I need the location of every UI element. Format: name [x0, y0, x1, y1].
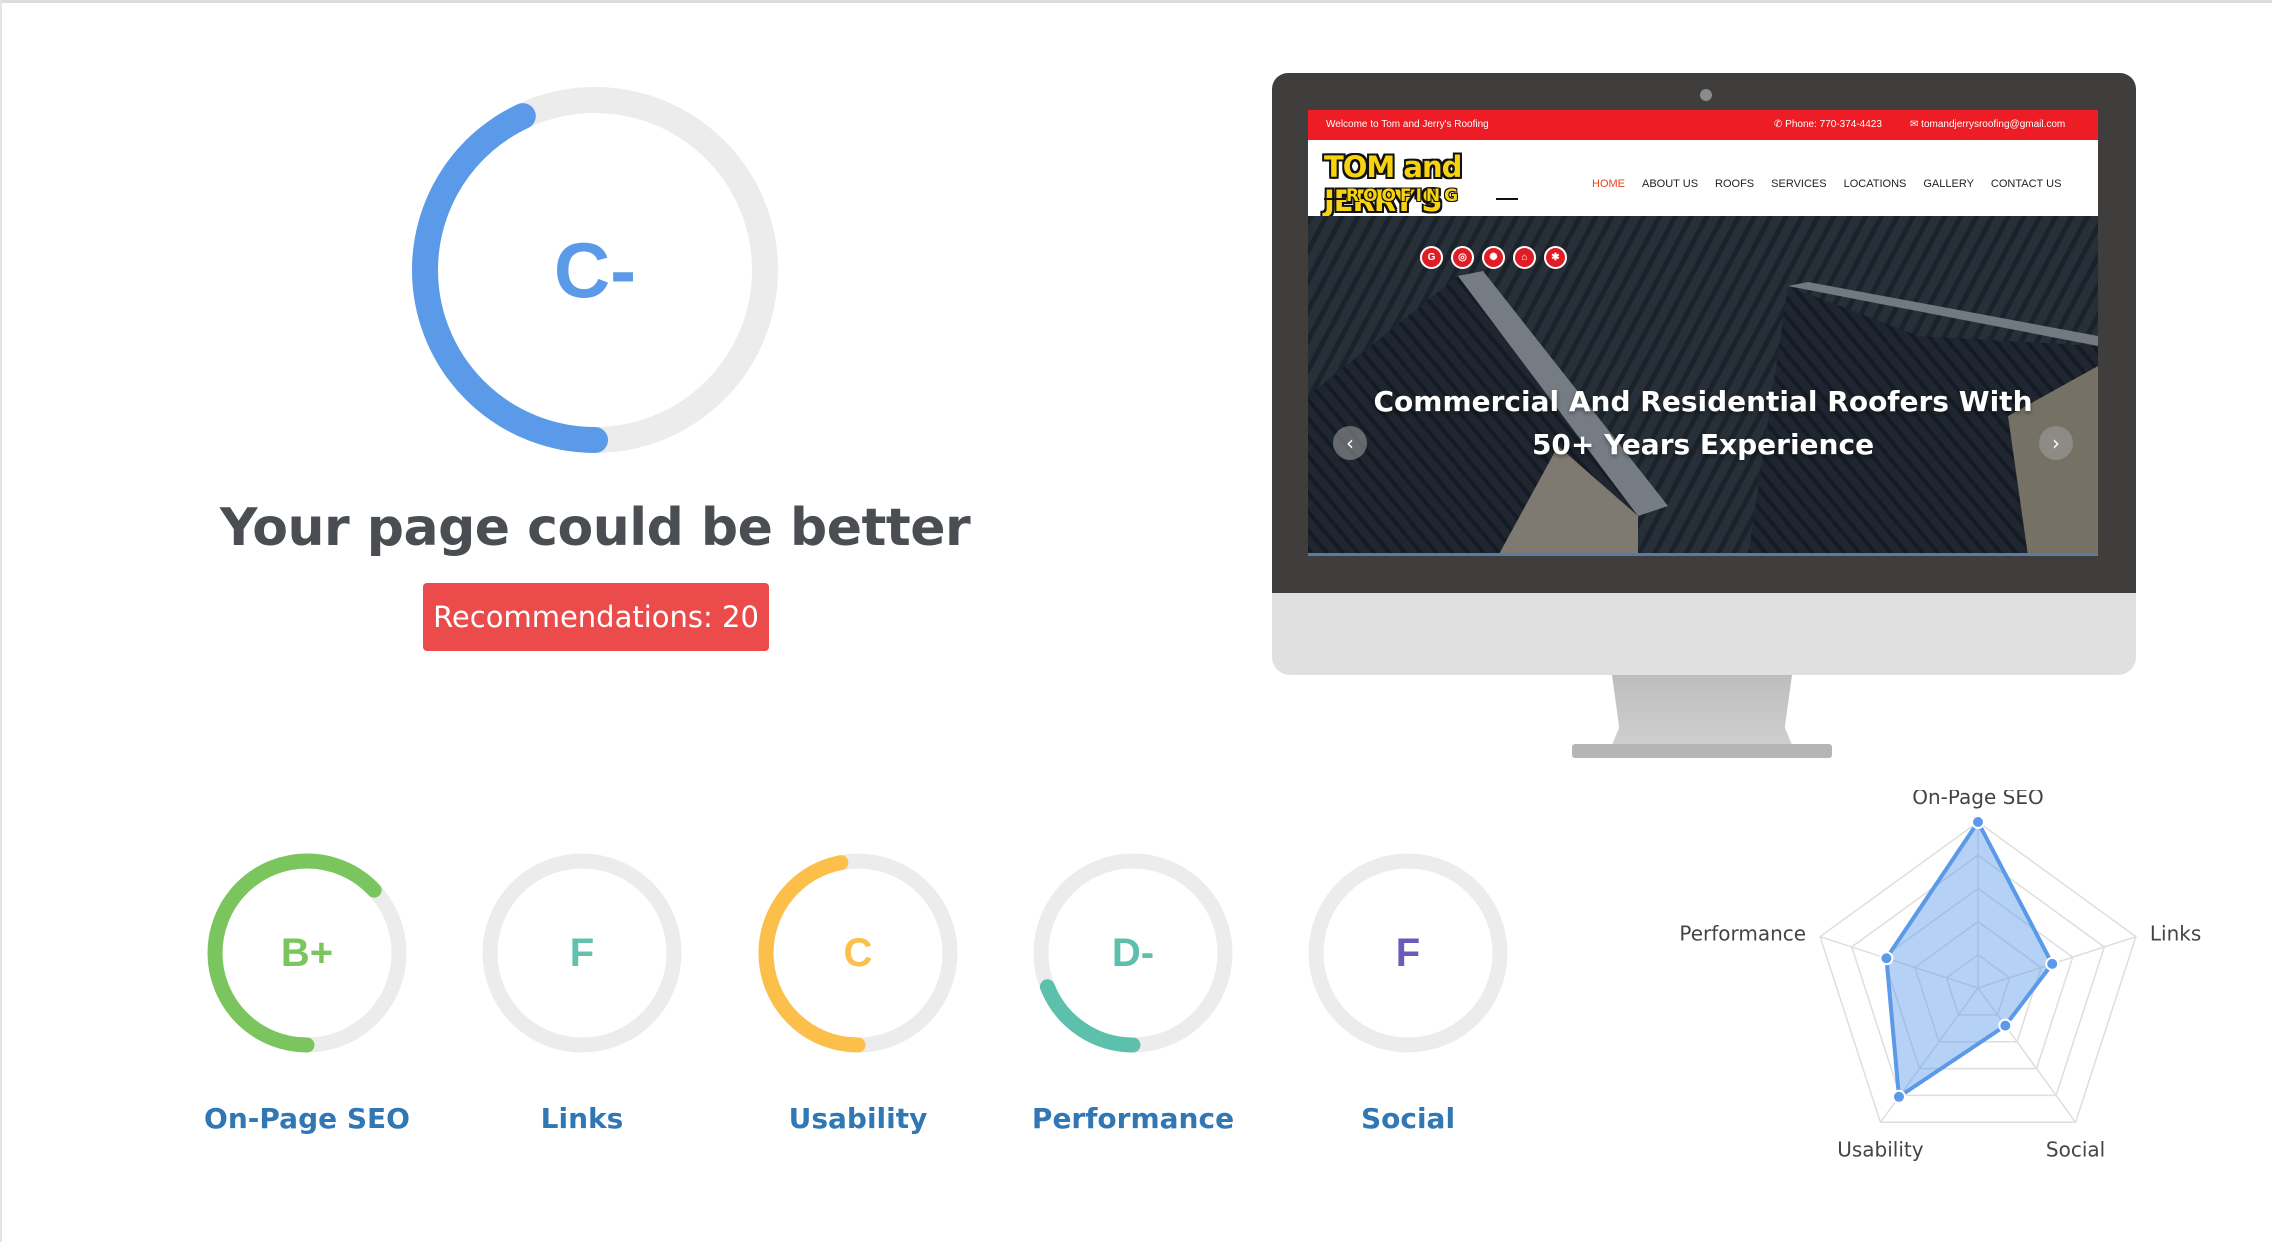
- radar-axis-label: Usability: [1837, 1137, 1924, 1161]
- nav-gallery[interactable]: GALLERY: [1923, 178, 1974, 190]
- radar-point[interactable]: [1891, 1089, 1906, 1104]
- topbar-welcome: Welcome to Tom and Jerry's Roofing: [1326, 119, 1489, 130]
- radar-axis-label: On-Page SEO: [1912, 790, 2043, 809]
- topbar-email-text: tomandjerrysroofing@gmail.com: [1921, 119, 2066, 130]
- nav-services[interactable]: SERVICES: [1771, 178, 1826, 190]
- radar-axis-label: Social: [2046, 1137, 2105, 1161]
- site-logo[interactable]: TOM and JERRY'S ROOFING: [1324, 146, 1524, 218]
- site-header: TOM and JERRY'S ROOFING HOME ABOUT US RO…: [1308, 140, 2098, 218]
- site-topbar: Welcome to Tom and Jerry's Roofing ✆ Pho…: [1308, 110, 2098, 140]
- recommendations-button[interactable]: Recommendations: 20: [423, 583, 769, 651]
- site-nav: HOME ABOUT US ROOFS SERVICES LOCATIONS G…: [1592, 178, 2061, 190]
- hero-title: Commercial And Residential Roofers With …: [1373, 385, 2033, 461]
- onpage-seo-label[interactable]: On-Page SEO: [177, 1102, 437, 1135]
- hero-banner: G ◎ ✺ ⌂ ✱ Commercial And Residential Roo…: [1308, 216, 2098, 556]
- monitor-stand: [1612, 675, 1792, 745]
- social-label[interactable]: Social: [1278, 1102, 1538, 1135]
- logo-line1: TOM and JERRY'S: [1324, 150, 1462, 218]
- onpage-seo-grade: B+: [280, 930, 334, 975]
- nav-home[interactable]: HOME: [1592, 178, 1625, 190]
- yelp-icon[interactable]: ✱: [1544, 246, 1567, 269]
- google-icon[interactable]: G: [1420, 246, 1443, 269]
- logo-rule-left: [1324, 198, 1346, 200]
- performance-grade: D-: [1111, 930, 1155, 975]
- radar-axis-label: Performance: [1679, 922, 1806, 946]
- radar-point[interactable]: [1998, 1018, 2013, 1033]
- overall-grade: C-: [553, 225, 637, 314]
- radar-point[interactable]: [1971, 815, 1985, 829]
- radar-point[interactable]: [2045, 956, 2060, 971]
- performance-label[interactable]: Performance: [1003, 1102, 1263, 1135]
- nav-about-us[interactable]: ABOUT US: [1642, 178, 1698, 190]
- carousel-next-button[interactable]: ›: [2039, 426, 2073, 460]
- topbar-email[interactable]: ✉ tomandjerrysroofing@gmail.com: [1910, 119, 2065, 130]
- links-label[interactable]: Links: [452, 1102, 712, 1135]
- nav-contact-us[interactable]: CONTACT US: [1991, 178, 2062, 190]
- mail-icon: ✉: [1910, 119, 1922, 130]
- logo-rule-right: [1496, 198, 1518, 200]
- radar-point[interactable]: [1879, 951, 1894, 966]
- camera-dot: [1700, 89, 1712, 101]
- usability-label[interactable]: Usability: [728, 1102, 988, 1135]
- home-icon[interactable]: ⌂: [1513, 246, 1536, 269]
- top-border: [0, 0, 2272, 3]
- left-border: [0, 0, 2, 1242]
- nav-locations[interactable]: LOCATIONS: [1844, 178, 1907, 190]
- monitor-chin: [1272, 593, 2136, 675]
- carousel-prev-button[interactable]: ‹: [1333, 426, 1367, 460]
- page-status-headline: Your page could be better: [219, 498, 971, 558]
- instagram-icon[interactable]: ◎: [1451, 246, 1474, 269]
- logo-line2: ROOFING: [1346, 186, 1463, 206]
- topbar-phone[interactable]: ✆ Phone: 770-374-4423: [1774, 119, 1882, 130]
- category-radar-chart: On-Page SEO Links Social Usability Performan…: [1679, 790, 2201, 1161]
- links-grade: F: [569, 930, 595, 975]
- nav-roofs[interactable]: ROOFS: [1715, 178, 1754, 190]
- usability-grade: C: [843, 930, 873, 975]
- website-preview: Welcome to Tom and Jerry's Roofing ✆ Pho…: [1308, 110, 2098, 556]
- radar-axis-label: Links: [2150, 922, 2201, 946]
- topbar-phone-text: Phone: 770-374-4423: [1785, 119, 1882, 130]
- dribbble-icon[interactable]: ✺: [1482, 246, 1505, 269]
- phone-icon: ✆: [1774, 119, 1786, 130]
- monitor-stand-base: [1572, 744, 1832, 758]
- hero-social-icons: G ◎ ✺ ⌂ ✱: [1420, 246, 1567, 269]
- social-grade: F: [1395, 930, 1421, 975]
